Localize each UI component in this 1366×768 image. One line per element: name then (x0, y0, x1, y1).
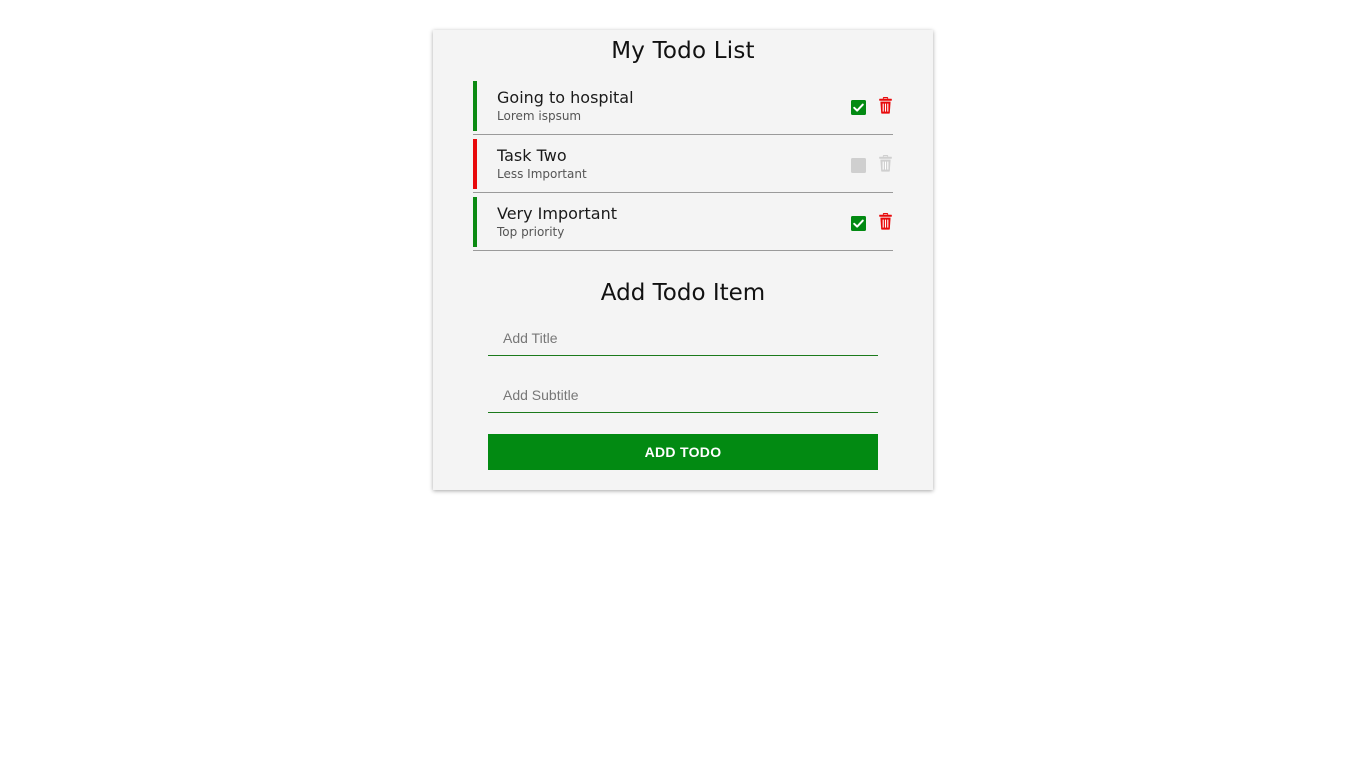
divider (473, 134, 893, 135)
todo-title: Going to hospital (497, 88, 634, 107)
priority-stripe (473, 197, 477, 247)
complete-checkbox[interactable] (851, 100, 866, 115)
todo-card: My Todo List Going to hospital Lorem isp… (433, 30, 933, 490)
todo-list: Going to hospital Lorem ispsum Task Two … (473, 80, 893, 254)
checked-checkbox-icon (851, 100, 866, 115)
trash-icon-glyph (879, 213, 892, 230)
todo-item: Going to hospital Lorem ispsum (473, 80, 893, 138)
priority-stripe (473, 139, 477, 189)
page-title: My Todo List (611, 38, 755, 64)
todo-item: Very Important Top priority (473, 196, 893, 254)
todo-title: Very Important (497, 204, 617, 223)
trash-icon[interactable] (878, 213, 893, 230)
unchecked-checkbox-icon (851, 158, 866, 173)
todo-subtitle: Top priority (497, 225, 565, 239)
todo-item: Task Two Less Important (473, 138, 893, 196)
trash-icon (878, 155, 893, 172)
subtitle-input[interactable] (488, 377, 878, 413)
divider (473, 192, 893, 193)
complete-checkbox[interactable] (851, 158, 866, 173)
add-todo-button[interactable]: ADD TODO (488, 434, 878, 470)
trash-icon-glyph (879, 155, 892, 172)
trash-icon-glyph (879, 97, 892, 114)
title-input[interactable] (488, 320, 878, 356)
todo-title: Task Two (497, 146, 567, 165)
priority-stripe (473, 81, 477, 131)
complete-checkbox[interactable] (851, 216, 866, 231)
divider (473, 250, 893, 251)
trash-icon[interactable] (878, 97, 893, 114)
todo-subtitle: Less Important (497, 167, 587, 181)
todo-subtitle: Lorem ispsum (497, 109, 582, 123)
checked-checkbox-icon (851, 216, 866, 231)
add-todo-heading: Add Todo Item (600, 280, 766, 306)
